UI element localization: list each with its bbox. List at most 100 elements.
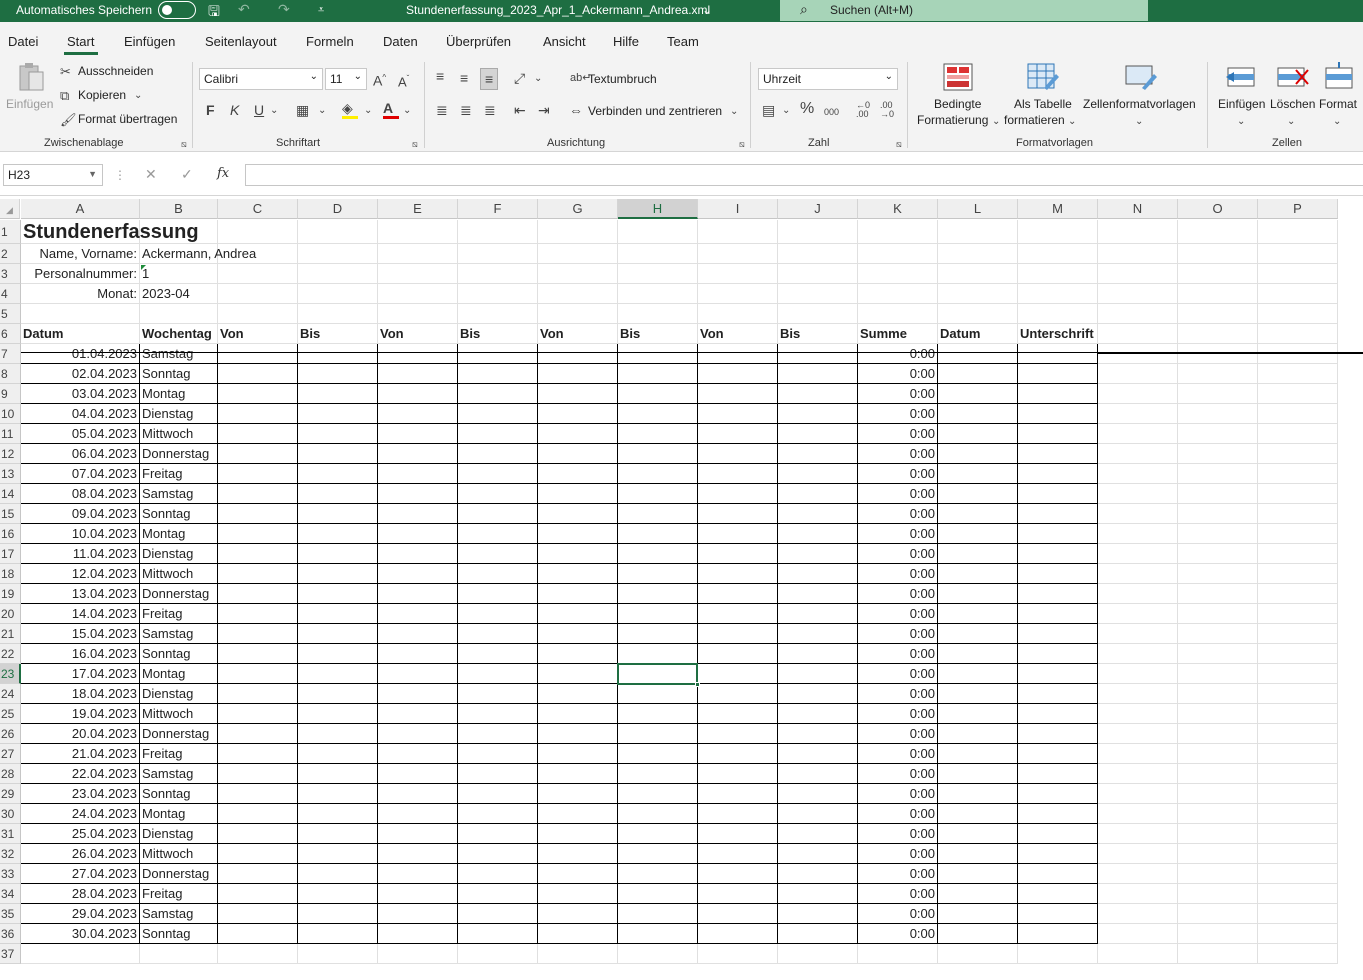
cell-b23[interactable]: Montag: [140, 664, 218, 684]
cell-l19[interactable]: [938, 584, 1018, 604]
cell-g21[interactable]: [538, 624, 618, 644]
column-header-l[interactable]: L: [938, 199, 1018, 219]
cell-p24[interactable]: [1258, 684, 1338, 704]
cell-f1[interactable]: [458, 220, 538, 244]
cell-o18[interactable]: [1178, 564, 1258, 584]
borders-icon[interactable]: ▦: [296, 102, 309, 118]
cell-j7[interactable]: [778, 344, 858, 364]
cell-h6[interactable]: Bis: [618, 324, 698, 344]
cell-h16[interactable]: [618, 524, 698, 544]
cell-k18[interactable]: 0:00: [858, 564, 938, 584]
cell-e25[interactable]: [378, 704, 458, 724]
row-header-21[interactable]: 21: [0, 624, 21, 644]
cell-i16[interactable]: [698, 524, 778, 544]
cell-k11[interactable]: 0:00: [858, 424, 938, 444]
redo-icon[interactable]: ↷: [278, 1, 290, 18]
cell-c35[interactable]: [218, 904, 298, 924]
cell-m29[interactable]: [1018, 784, 1098, 804]
cell-j37[interactable]: [778, 944, 858, 964]
cell-g6[interactable]: Von: [538, 324, 618, 344]
cell-b9[interactable]: Montag: [140, 384, 218, 404]
cell-p18[interactable]: [1258, 564, 1338, 584]
cell-j24[interactable]: [778, 684, 858, 704]
cell-k9[interactable]: 0:00: [858, 384, 938, 404]
cell-p4[interactable]: [1258, 284, 1338, 304]
cell-m30[interactable]: [1018, 804, 1098, 824]
cell-a20[interactable]: 14.04.2023: [21, 604, 140, 624]
column-header-k[interactable]: K: [858, 199, 938, 219]
cell-k25[interactable]: 0:00: [858, 704, 938, 724]
cell-d4[interactable]: [298, 284, 378, 304]
cell-d27[interactable]: [298, 744, 378, 764]
wrap-text-button[interactable]: Textumbruch: [588, 72, 657, 86]
cell-k28[interactable]: 0:00: [858, 764, 938, 784]
cell-g20[interactable]: [538, 604, 618, 624]
cell-j34[interactable]: [778, 884, 858, 904]
cancel-icon[interactable]: ✕: [145, 166, 157, 183]
cell-p20[interactable]: [1258, 604, 1338, 624]
cell-e26[interactable]: [378, 724, 458, 744]
cell-k34[interactable]: 0:00: [858, 884, 938, 904]
cell-m22[interactable]: [1018, 644, 1098, 664]
row-header-26[interactable]: 26: [0, 724, 21, 744]
cell-f27[interactable]: [458, 744, 538, 764]
cell-i6[interactable]: Von: [698, 324, 778, 344]
cell-h18[interactable]: [618, 564, 698, 584]
cell-b37[interactable]: [140, 944, 218, 964]
row-header-24[interactable]: 24: [0, 684, 21, 704]
cell-c25[interactable]: [218, 704, 298, 724]
cell-p23[interactable]: [1258, 664, 1338, 684]
cell-f19[interactable]: [458, 584, 538, 604]
increase-decimal-icon[interactable]: ←0.00: [856, 101, 870, 119]
cell-g29[interactable]: [538, 784, 618, 804]
cell-j10[interactable]: [778, 404, 858, 424]
cell-p36[interactable]: [1258, 924, 1338, 944]
cell-g13[interactable]: [538, 464, 618, 484]
row-header-4[interactable]: 4: [0, 284, 21, 304]
cell-m19[interactable]: [1018, 584, 1098, 604]
cell-d35[interactable]: [298, 904, 378, 924]
cell-d10[interactable]: [298, 404, 378, 424]
cell-n12[interactable]: [1098, 444, 1178, 464]
cell-n4[interactable]: [1098, 284, 1178, 304]
thousands-button[interactable]: 000: [824, 104, 839, 120]
chevron-down-icon[interactable]: ⌄: [1237, 114, 1245, 130]
cell-f5[interactable]: [458, 304, 538, 324]
align-right-icon[interactable]: ≣: [484, 102, 496, 118]
cell-k2[interactable]: [858, 244, 938, 264]
cell-i12[interactable]: [698, 444, 778, 464]
cell-g15[interactable]: [538, 504, 618, 524]
cell-d22[interactable]: [298, 644, 378, 664]
cell-f35[interactable]: [458, 904, 538, 924]
row-header-12[interactable]: 12: [0, 444, 21, 464]
cell-i15[interactable]: [698, 504, 778, 524]
cell-k32[interactable]: 0:00: [858, 844, 938, 864]
cell-k1[interactable]: [858, 220, 938, 244]
cell-m5[interactable]: [1018, 304, 1098, 324]
cell-g19[interactable]: [538, 584, 618, 604]
cell-p10[interactable]: [1258, 404, 1338, 424]
cell-b28[interactable]: Samstag: [140, 764, 218, 784]
cell-k13[interactable]: 0:00: [858, 464, 938, 484]
cell-f28[interactable]: [458, 764, 538, 784]
cell-a9[interactable]: 03.04.2023: [21, 384, 140, 404]
align-bottom-icon[interactable]: ≡: [480, 68, 499, 90]
align-middle-icon[interactable]: ≡: [460, 70, 468, 86]
cell-k16[interactable]: 0:00: [858, 524, 938, 544]
chevron-down-icon[interactable]: ⌄: [1287, 114, 1295, 130]
cell-c34[interactable]: [218, 884, 298, 904]
cell-p5[interactable]: [1258, 304, 1338, 324]
cell-h26[interactable]: [618, 724, 698, 744]
cell-f36[interactable]: [458, 924, 538, 944]
cell-n8[interactable]: [1098, 364, 1178, 384]
cell-g23[interactable]: [538, 664, 618, 684]
font-color-icon[interactable]: A: [383, 100, 399, 119]
cell-p6[interactable]: [1258, 324, 1338, 344]
cell-n6[interactable]: [1098, 324, 1178, 344]
cell-m18[interactable]: [1018, 564, 1098, 584]
chevron-down-icon[interactable]: ⌄: [992, 114, 1000, 130]
tab-start[interactable]: Start: [67, 34, 94, 49]
cell-e28[interactable]: [378, 764, 458, 784]
row-header-19[interactable]: 19: [0, 584, 21, 604]
cell-f11[interactable]: [458, 424, 538, 444]
